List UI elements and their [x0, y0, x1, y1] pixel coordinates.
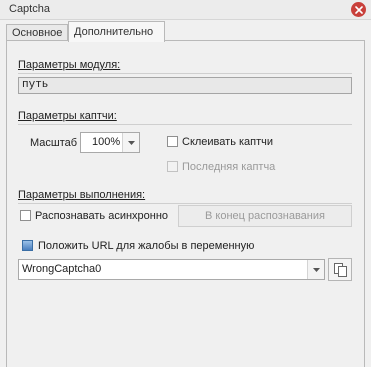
async-recognize-label: Распознавать асинхронно: [35, 210, 169, 222]
execution-section-title: Параметры выполнения:: [18, 189, 146, 201]
async-recognize-checkbox[interactable]: [20, 210, 31, 221]
last-captcha-checkbox[interactable]: [167, 161, 178, 172]
execution-divider: [18, 203, 352, 204]
scale-value: 100%: [92, 136, 121, 148]
complaint-url-label: Положить URL для жалобы в переменную: [38, 240, 255, 252]
tab-main[interactable]: Основное: [6, 24, 68, 41]
scale-dropdown-button[interactable]: [122, 133, 139, 152]
captcha-section-title: Параметры каптчи:: [18, 110, 117, 122]
glue-captcha-label: Склеивать каптчи: [182, 136, 274, 148]
scale-label: Масштаб: [30, 137, 78, 149]
chevron-down-icon: [312, 267, 320, 272]
chevron-down-icon: [127, 140, 135, 145]
module-path-field[interactable]: путь: [18, 77, 352, 94]
scale-combobox[interactable]: 100%: [80, 132, 140, 153]
queue-end-button[interactable]: В конец распознавания: [178, 205, 352, 227]
complaint-variable-combobox[interactable]: WrongCaptcha0: [18, 259, 325, 280]
close-icon: [354, 5, 363, 14]
close-button[interactable]: [351, 2, 366, 17]
glue-captcha-checkbox[interactable]: [167, 136, 178, 147]
copy-variable-button[interactable]: [328, 258, 352, 281]
tab-additional[interactable]: Дополнительно: [68, 21, 165, 42]
copy-icon: [333, 262, 347, 277]
title-bar: Captcha: [0, 0, 371, 20]
complaint-variable-value: WrongCaptcha0: [22, 263, 102, 275]
window-title: Captcha: [9, 3, 50, 15]
complaint-url-checkbox[interactable]: [22, 240, 33, 251]
variable-dropdown-button[interactable]: [307, 260, 324, 279]
captcha-divider: [18, 124, 352, 125]
last-captcha-label: Последняя каптча: [182, 161, 276, 173]
module-divider: [18, 73, 352, 74]
module-section-title: Параметры модуля:: [18, 59, 121, 71]
